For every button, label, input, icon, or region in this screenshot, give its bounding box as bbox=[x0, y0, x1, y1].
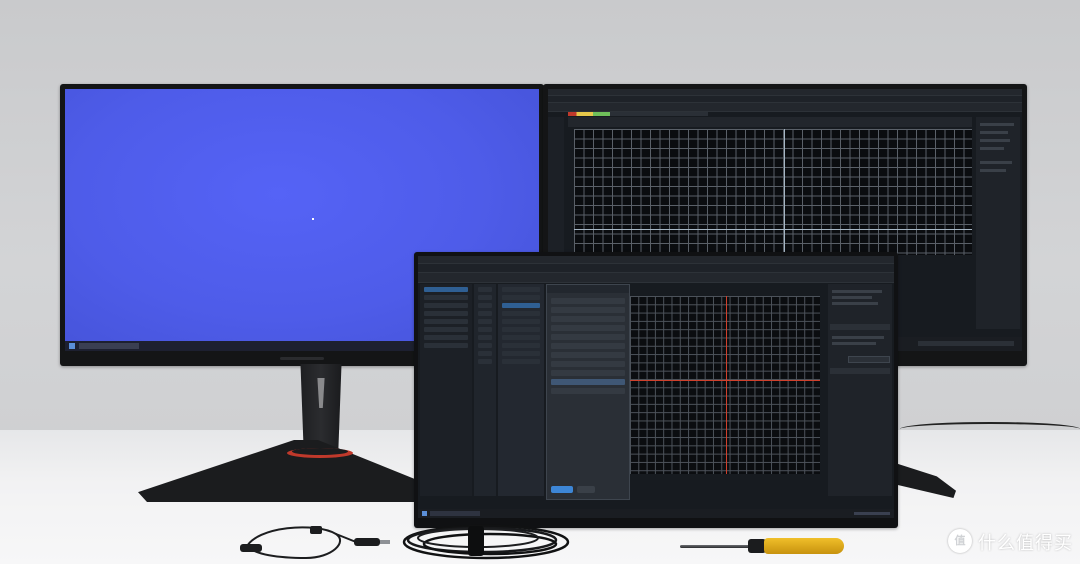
component-item[interactable] bbox=[502, 351, 540, 356]
library-item[interactable] bbox=[478, 319, 492, 324]
portable-app-schematic-grid bbox=[630, 296, 820, 474]
dialog-option-row[interactable] bbox=[551, 316, 625, 322]
nav-item[interactable] bbox=[424, 295, 468, 300]
mouse-cursor-icon bbox=[312, 218, 314, 220]
component-item[interactable] bbox=[502, 343, 540, 348]
portable-monitor-screen bbox=[418, 256, 894, 518]
library-item[interactable] bbox=[478, 327, 492, 332]
power-cable-bundle bbox=[402, 524, 570, 560]
left-monitor-stand-ring-inner bbox=[292, 448, 348, 455]
component-item[interactable] bbox=[502, 327, 540, 332]
component-item[interactable] bbox=[502, 319, 540, 324]
dialog-option-row-selected[interactable] bbox=[551, 379, 625, 385]
dialog-option-row[interactable] bbox=[551, 352, 625, 358]
portable-app-toolbar bbox=[418, 273, 894, 283]
nav-item-active[interactable] bbox=[424, 287, 468, 292]
crosshair-horizontal bbox=[630, 380, 820, 381]
right-app-menubar bbox=[548, 96, 1022, 103]
zhi-logo-icon: 值 bbox=[948, 529, 972, 553]
portable-app-titlebar bbox=[418, 256, 894, 264]
library-item[interactable] bbox=[478, 343, 492, 348]
component-item[interactable] bbox=[502, 335, 540, 340]
portable-app-nav-panel bbox=[420, 284, 472, 496]
screwdriver-handle bbox=[764, 538, 844, 554]
dialog-option-row[interactable] bbox=[551, 307, 625, 313]
portable-app-library-column bbox=[474, 284, 496, 496]
library-item[interactable] bbox=[478, 287, 492, 292]
right-app-toolbar bbox=[548, 103, 1022, 112]
watermark: 值 什么值得买 bbox=[948, 526, 1074, 556]
grid-vertical-axis bbox=[784, 129, 785, 255]
library-item[interactable] bbox=[478, 359, 492, 364]
dialog-option-row[interactable] bbox=[551, 325, 625, 331]
portable-app-settings-dialog bbox=[546, 284, 630, 500]
watermark-text: 什么值得买 bbox=[978, 533, 1073, 554]
nav-item[interactable] bbox=[424, 303, 468, 308]
right-app-properties-panel bbox=[976, 117, 1020, 329]
library-item[interactable] bbox=[478, 335, 492, 340]
dialog-ok-button[interactable] bbox=[551, 486, 573, 493]
component-item[interactable] bbox=[502, 295, 540, 300]
component-item[interactable] bbox=[502, 311, 540, 316]
portable-app-component-list bbox=[498, 284, 544, 496]
right-app-status-strip bbox=[568, 112, 708, 116]
nav-item[interactable] bbox=[424, 343, 468, 348]
right-app-ruler bbox=[568, 117, 972, 127]
screwdriver-shaft bbox=[680, 545, 750, 548]
dialog-option-row[interactable] bbox=[551, 388, 625, 394]
right-app-titlebar bbox=[548, 89, 1022, 96]
library-item[interactable] bbox=[478, 303, 492, 308]
crosshair-vertical bbox=[726, 296, 727, 474]
component-item[interactable] bbox=[502, 359, 540, 364]
library-item[interactable] bbox=[478, 311, 492, 316]
properties-section-header bbox=[830, 324, 890, 330]
dialog-cancel-button[interactable] bbox=[577, 486, 595, 493]
portable-app-menubar bbox=[418, 264, 894, 273]
nav-item[interactable] bbox=[424, 335, 468, 340]
grid-horizontal-axis bbox=[574, 229, 972, 230]
right-app-schematic-grid bbox=[574, 129, 972, 255]
taskbar-tray bbox=[854, 512, 890, 515]
properties-input[interactable] bbox=[848, 356, 890, 363]
library-item[interactable] bbox=[478, 295, 492, 300]
right-monitor-cable bbox=[900, 422, 1080, 436]
usb-c-cable bbox=[240, 526, 390, 560]
left-monitor-chin-accent bbox=[280, 357, 324, 360]
start-icon[interactable] bbox=[69, 343, 75, 349]
dialog-option-row[interactable] bbox=[551, 334, 625, 340]
nav-item[interactable] bbox=[424, 319, 468, 324]
taskbar-search-box[interactable] bbox=[79, 343, 139, 349]
dialog-option-row[interactable] bbox=[551, 343, 625, 349]
nav-item[interactable] bbox=[424, 327, 468, 332]
component-item[interactable] bbox=[502, 287, 540, 292]
dialog-option-row[interactable] bbox=[551, 370, 625, 376]
dialog-header bbox=[547, 285, 629, 293]
component-item-selected[interactable] bbox=[502, 303, 540, 308]
properties-section-header bbox=[830, 368, 890, 374]
library-item[interactable] bbox=[478, 351, 492, 356]
portable-app-properties-panel bbox=[828, 284, 892, 496]
portable-monitor bbox=[414, 252, 898, 528]
dialog-option-row[interactable] bbox=[551, 361, 625, 367]
nav-item[interactable] bbox=[424, 311, 468, 316]
dialog-option-row[interactable] bbox=[551, 298, 625, 304]
